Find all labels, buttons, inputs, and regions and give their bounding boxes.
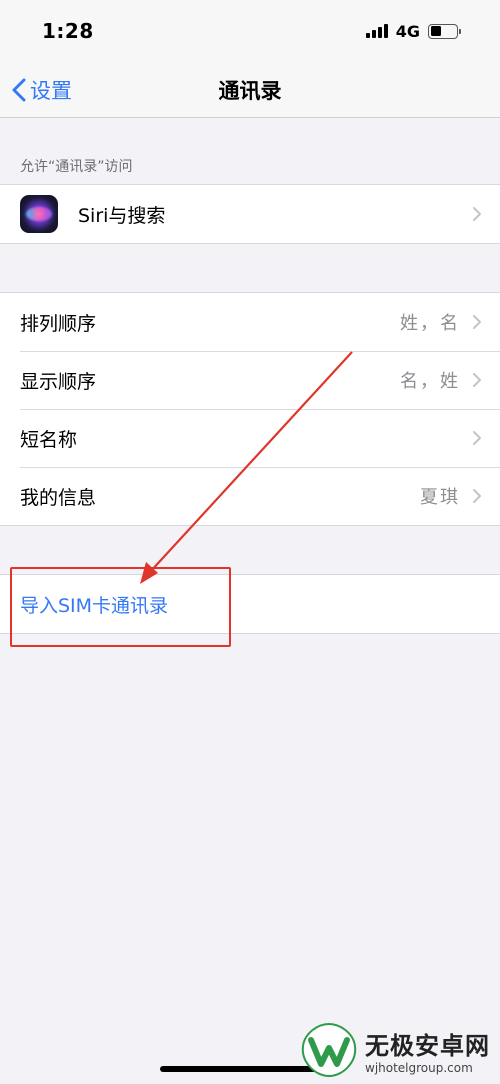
watermark-logo-icon (301, 1022, 357, 1078)
watermark-title: 无极安卓网 (365, 1031, 490, 1060)
watermark: 无极安卓网 wjhotelgroup.com (299, 1022, 490, 1078)
watermark-text: 无极安卓网 wjhotelgroup.com (365, 1026, 490, 1075)
annotation-arrow-icon (140, 351, 353, 584)
watermark-url: wjhotelgroup.com (365, 1060, 473, 1075)
